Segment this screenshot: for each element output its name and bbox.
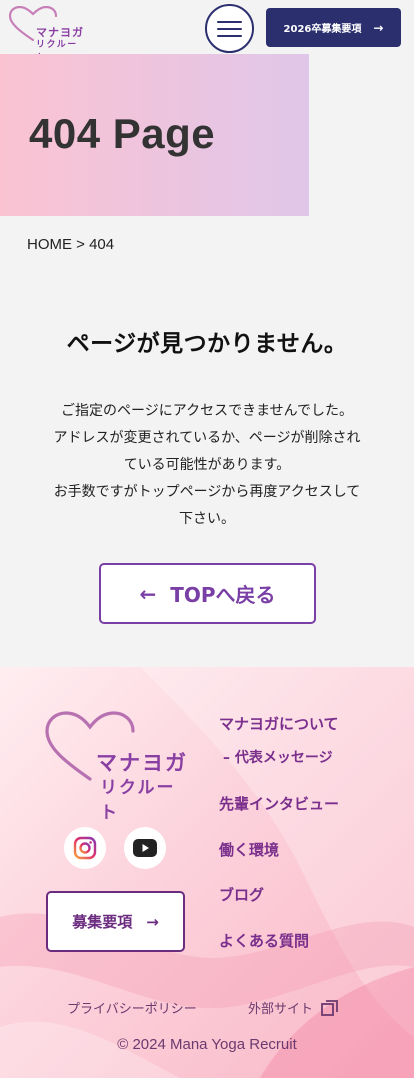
- menu-icon-bar: [217, 28, 242, 30]
- arrow-right-icon: →: [146, 912, 159, 931]
- footer-recruit-button[interactable]: 募集要項 →: [46, 891, 185, 952]
- menu-button[interactable]: [205, 4, 254, 53]
- footer-logo-text-line2: リクルート: [100, 778, 176, 823]
- message-line: ている可能性があります。: [123, 457, 291, 473]
- footer-nav-faq[interactable]: よくある質問: [219, 930, 309, 951]
- external-link-icon: [321, 999, 338, 1016]
- youtube-link[interactable]: [124, 827, 166, 869]
- external-site-label: 外部サイト: [248, 1002, 314, 1017]
- privacy-policy-link[interactable]: プライバシーポリシー: [67, 998, 197, 1017]
- menu-icon-bar: [217, 35, 242, 37]
- instagram-link[interactable]: [64, 827, 106, 869]
- recruit-guidelines-label: 2026卒募集要項: [283, 24, 362, 35]
- youtube-icon: [133, 839, 157, 857]
- footer-recruit-label: 募集要項: [72, 913, 133, 931]
- external-site-link[interactable]: 外部サイト: [248, 998, 339, 1017]
- instagram-icon: [73, 836, 97, 860]
- footer-logo[interactable]: マナヨガ リクルート: [44, 711, 194, 823]
- recruit-guidelines-button[interactable]: 2026卒募集要項 →: [266, 8, 401, 47]
- privacy-policy-label: プライバシーポリシー: [67, 1002, 197, 1017]
- footer: マナヨガ リクルート 募集要項 → マナヨガについて – 代表メッセージ 先輩イ…: [0, 667, 414, 1078]
- menu-icon-bar: [217, 21, 242, 23]
- arrow-left-icon: ←: [139, 581, 157, 606]
- message-line: ご指定のページにアクセスできませんでした。: [61, 403, 353, 419]
- not-found-message: ご指定のページにアクセスできませんでした。 アドレスが変更されているか、ページが…: [20, 398, 394, 533]
- message-line: お手数ですがトップページから再度アクセスして: [53, 484, 361, 500]
- page-hero: 404 Page: [0, 54, 309, 216]
- not-found-heading: ページが見つかりません。: [66, 331, 348, 357]
- footer-nav-blog[interactable]: ブログ: [219, 884, 264, 905]
- copyright: © 2024 Mana Yoga Recruit: [117, 1036, 297, 1053]
- arrow-right-icon: →: [373, 20, 384, 35]
- footer-nav-interview[interactable]: 先輩インタビュー: [219, 793, 339, 814]
- back-to-top-label: TOPへ戻る: [170, 583, 276, 607]
- back-to-top-button[interactable]: ← TOPへ戻る: [99, 563, 316, 624]
- footer-nav-message[interactable]: – 代表メッセージ: [223, 747, 333, 767]
- page-title: 404 Page: [29, 110, 216, 157]
- message-line: 下さい。: [179, 511, 235, 527]
- footer-nav-environment[interactable]: 働く環境: [219, 839, 279, 860]
- footer-nav-about[interactable]: マナヨガについて: [219, 713, 339, 734]
- message-line: アドレスが変更されているか、ページが削除され: [53, 430, 361, 446]
- site-logo[interactable]: マナヨガ リクルート: [8, 6, 88, 63]
- breadcrumb[interactable]: HOME > 404: [27, 236, 114, 253]
- header: マナヨガ リクルート 2026卒募集要項 →: [0, 0, 414, 63]
